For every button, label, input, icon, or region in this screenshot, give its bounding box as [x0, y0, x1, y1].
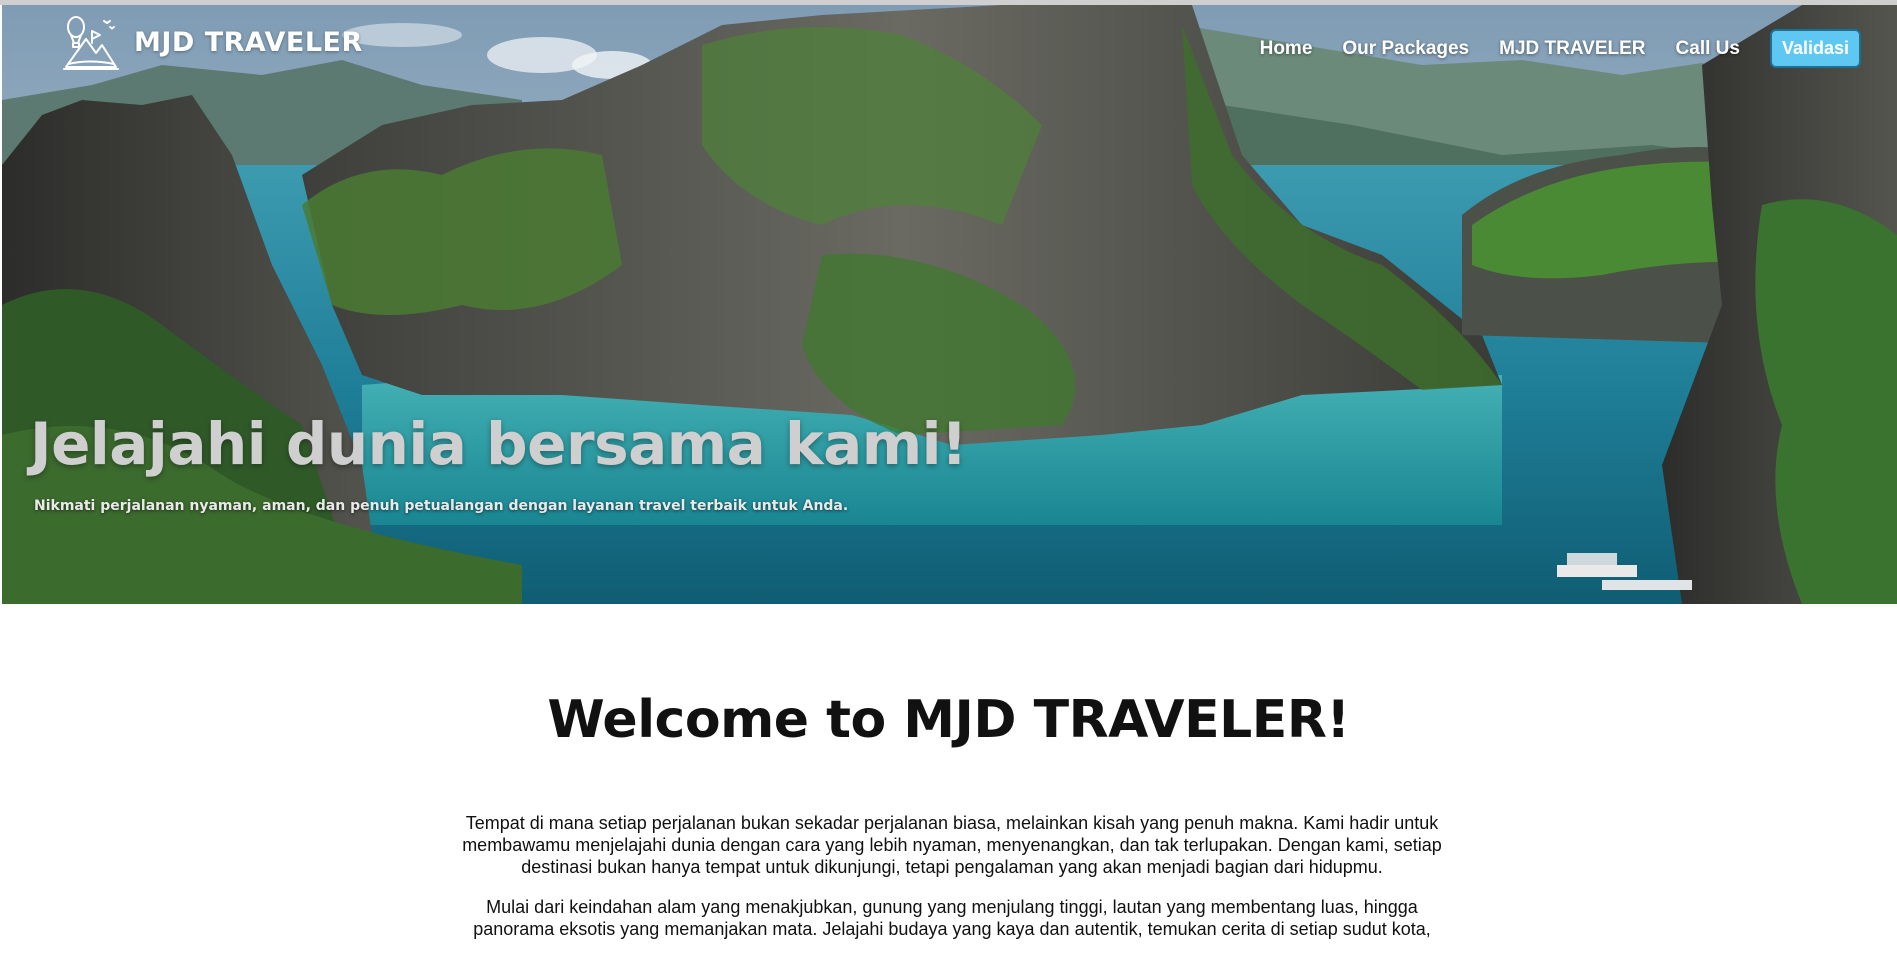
hero-subtitle: Nikmati perjalanan nyaman, aman, dan pen…: [34, 498, 849, 514]
hot-air-balloon-mountain-logo-icon: [63, 16, 119, 70]
main-nav: Home Our Packages MJD TRAVELER Call Us V…: [1260, 29, 1861, 68]
nav-our-packages-link[interactable]: Our Packages: [1342, 38, 1469, 60]
hero-banner: MJD TRAVELER Home Our Packages MJD TRAVE…: [2, 5, 1897, 604]
nav-mjd-traveler-link[interactable]: MJD TRAVELER: [1499, 38, 1645, 60]
welcome-heading: Welcome to MJD TRAVELER!: [547, 690, 1350, 750]
brand-name: MJD TRAVELER: [134, 26, 363, 58]
intro-paragraph: Tempat di mana setiap perjalanan bukan s…: [462, 813, 1442, 877]
brand[interactable]: MJD TRAVELER: [62, 13, 363, 71]
hero-landscape-image: [2, 5, 1897, 604]
nav-call-us-link[interactable]: Call Us: [1676, 38, 1740, 60]
welcome-intro: Tempat di mana setiap perjalanan bukan s…: [452, 812, 1452, 958]
nav-home-link[interactable]: Home: [1260, 38, 1313, 60]
validasi-button[interactable]: Validasi: [1769, 29, 1861, 68]
hero-title: Jelajahi dunia bersama kami!: [30, 410, 968, 478]
intro-paragraph: Mulai dari keindahan alam yang menakjubk…: [473, 897, 1431, 939]
